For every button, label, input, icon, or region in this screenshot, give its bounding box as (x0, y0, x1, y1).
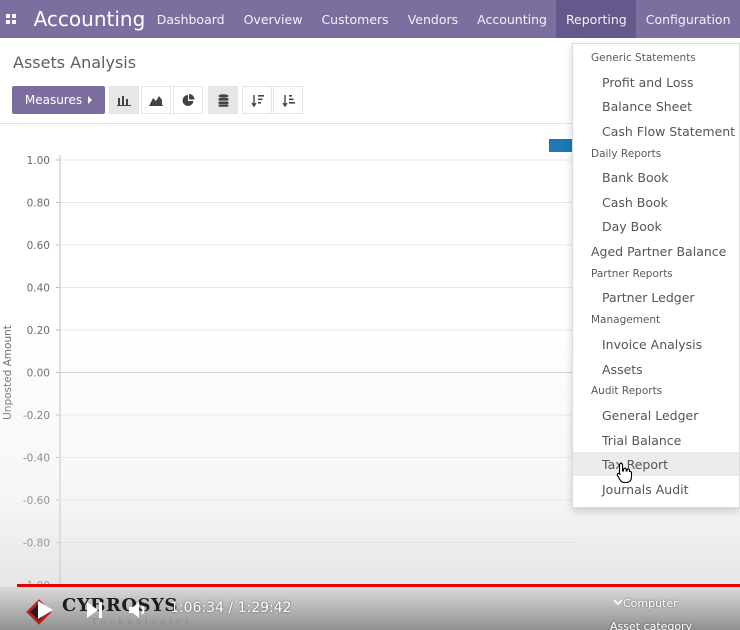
y-tick-label: -0.40 (23, 453, 50, 465)
caret-right-icon (88, 96, 93, 104)
dropdown-header-management: Management (591, 314, 661, 326)
hand-pointer-icon (616, 462, 633, 484)
y-tick-label: 0.80 (27, 198, 50, 210)
pie-chart-button[interactable] (173, 86, 203, 114)
main-menu: Dashboard Overview Customers Vendors Acc… (147, 0, 740, 38)
y-tick-label: 1.00 (27, 155, 50, 167)
video-time-display: 1:06:34 / 1:29:42 (170, 600, 292, 616)
area-chart-icon (149, 96, 163, 106)
database-stack-icon (218, 93, 228, 107)
dropdown-header-generic-statements: Generic Statements (591, 52, 696, 64)
apps-grid-icon[interactable] (3, 0, 20, 38)
dropdown-header-daily-reports: Daily Reports (591, 148, 662, 160)
dropdown-item-day-book[interactable]: Day Book (602, 219, 662, 234)
line-chart-button[interactable] (141, 86, 171, 114)
bar-chart-button[interactable] (109, 86, 139, 114)
top-navbar: Accounting Dashboard Overview Customers … (0, 0, 740, 38)
sort-descending-icon (250, 94, 264, 107)
dropdown-item-aged-partner-balance[interactable]: Aged Partner Balance (591, 244, 726, 259)
menu-item-customers[interactable]: Customers (312, 0, 398, 38)
sort-descending-button[interactable] (242, 86, 272, 114)
page-title: Assets Analysis (13, 53, 137, 72)
menu-item-reporting[interactable]: Reporting (556, 0, 637, 38)
dropdown-item-balance-sheet[interactable]: Balance Sheet (602, 99, 692, 114)
menu-item-overview[interactable]: Overview (234, 0, 312, 38)
pie-chart-icon (182, 93, 194, 106)
dropdown-item-bank-book[interactable]: Bank Book (602, 170, 668, 185)
dropdown-item-trial-balance[interactable]: Trial Balance (602, 433, 681, 448)
tooltip-computer: Computer (623, 597, 678, 610)
dropdown-item-invoice-analysis[interactable]: Invoice Analysis (602, 337, 702, 352)
next-track-icon[interactable] (86, 601, 104, 619)
menu-item-vendors[interactable]: Vendors (398, 0, 467, 38)
menu-item-dashboard[interactable]: Dashboard (147, 0, 234, 38)
tooltip-asset-category: Asset category (610, 620, 693, 630)
dropdown-item-partner-ledger[interactable]: Partner Ledger (602, 290, 695, 305)
dropdown-item-tax-report[interactable]: Tax Report (602, 457, 668, 472)
play-icon[interactable] (36, 600, 54, 620)
y-tick-label: 0.20 (27, 325, 50, 337)
dropdown-item-cash-flow-statement[interactable]: Cash Flow Statement (602, 124, 735, 139)
y-tick-label: -0.20 (23, 410, 50, 422)
bar-chart-icon (117, 96, 131, 106)
menu-item-configuration[interactable]: Configuration (636, 0, 740, 38)
app-title: Accounting (33, 7, 146, 31)
dropdown-header-partner-reports: Partner Reports (591, 268, 673, 280)
y-tick-label: 0.00 (27, 368, 50, 380)
checkmark-icon (613, 599, 623, 606)
y-tick-label: 0.40 (27, 283, 50, 295)
sort-ascending-icon (281, 94, 295, 107)
dropdown-item-cash-book[interactable]: Cash Book (602, 195, 668, 210)
y-axis-label: Unposted Amount (2, 325, 14, 420)
measures-label: Measures (24, 93, 83, 107)
sort-ascending-button[interactable] (273, 86, 303, 114)
dropdown-item-profit-and-loss[interactable]: Profit and Loss (602, 75, 694, 90)
dropdown-header-audit-reports: Audit Reports (591, 385, 663, 397)
y-tick-label: -0.80 (23, 538, 50, 550)
volume-icon[interactable] (128, 600, 150, 620)
reporting-dropdown: Generic Statements Profit and Loss Balan… (572, 43, 740, 508)
dropdown-item-general-ledger[interactable]: General Ledger (602, 408, 698, 423)
y-tick-label: -0.60 (23, 495, 50, 507)
y-tick-label: 0.60 (27, 240, 50, 252)
brand-name: CYBROSYS (62, 595, 178, 616)
dropdown-item-journals-audit[interactable]: Journals Audit (602, 482, 689, 497)
measures-button[interactable]: Measures (12, 86, 105, 114)
dropdown-item-assets[interactable]: Assets (602, 362, 643, 377)
stacked-toggle-button[interactable] (208, 86, 238, 114)
menu-item-accounting[interactable]: Accounting (468, 0, 557, 38)
